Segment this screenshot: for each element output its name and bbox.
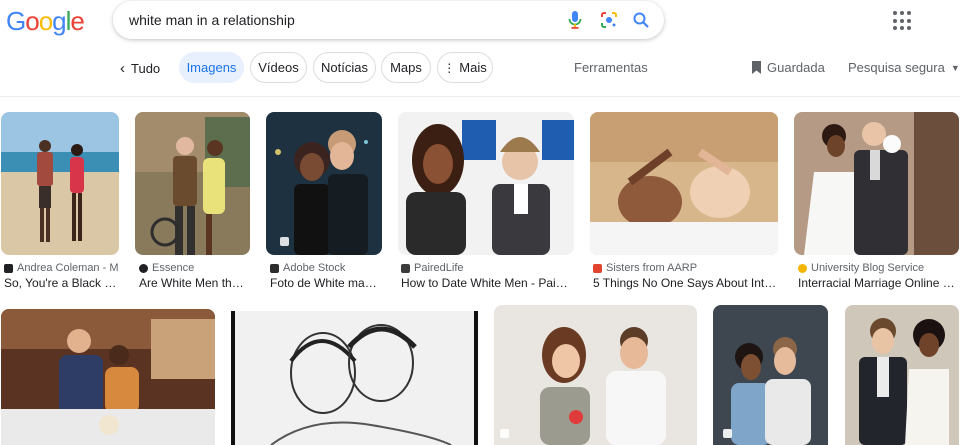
result-image-3[interactable]	[266, 112, 382, 255]
tab-videos-label: Vídeos	[258, 60, 299, 75]
header-divider	[0, 96, 960, 97]
search-input[interactable]	[129, 12, 549, 28]
saved-button[interactable]: Guardada	[751, 60, 825, 75]
source-label: Essence	[152, 262, 195, 274]
logo-letter-e: e	[70, 6, 85, 36]
source-3[interactable]: Adobe Stock	[270, 262, 382, 274]
search-icon[interactable]	[631, 10, 651, 30]
source-label: Andrea Coleman - M...	[17, 262, 119, 274]
more-vert-icon: ⋮	[443, 60, 456, 75]
back-to-all-link[interactable]: ‹ Tudo	[120, 58, 160, 78]
result-image-5[interactable]	[590, 112, 778, 255]
site-favicon-icon	[270, 263, 279, 273]
result-image-7[interactable]	[1, 309, 215, 445]
tab-images[interactable]: Imagens	[179, 52, 244, 83]
result-image-11[interactable]	[845, 305, 959, 445]
site-favicon-icon	[798, 263, 807, 273]
tab-images-label: Imagens	[186, 60, 237, 75]
source-label: Sisters from AARP	[606, 262, 698, 274]
google-lens-icon[interactable]	[599, 10, 619, 30]
result-image-8[interactable]	[231, 311, 478, 445]
tab-more[interactable]: ⋮ Mais	[437, 52, 493, 83]
result-title-2[interactable]: Are White Men the ...	[139, 276, 250, 290]
back-label: Tudo	[131, 60, 161, 76]
safe-search-dropdown[interactable]: Pesquisa segura ▼	[848, 60, 960, 75]
bookmark-icon	[752, 61, 761, 74]
site-favicon-icon	[593, 263, 602, 273]
apps-grid-icon[interactable]	[893, 11, 913, 31]
tab-maps[interactable]: Maps	[381, 52, 431, 83]
logo-letter-g2: g	[52, 6, 67, 36]
logo-letter-o1: o	[25, 6, 40, 36]
tab-videos[interactable]: Vídeos	[250, 52, 307, 83]
tab-news-label: Notícias	[321, 60, 368, 75]
result-image-2[interactable]	[135, 112, 250, 255]
saved-label: Guardada	[767, 60, 825, 75]
search-box[interactable]	[113, 1, 664, 39]
tools-button[interactable]: Ferramentas	[574, 60, 648, 75]
source-2[interactable]: Essence	[139, 262, 254, 274]
tab-more-label: Mais	[459, 60, 487, 75]
source-6[interactable]: University Blog Service	[798, 262, 958, 274]
result-image-9[interactable]	[494, 305, 697, 445]
result-image-4[interactable]	[398, 112, 574, 255]
caret-down-icon: ▼	[950, 62, 960, 73]
result-image-6[interactable]	[794, 112, 959, 255]
site-favicon-icon	[4, 263, 13, 273]
result-title-6[interactable]: Interracial Marriage Online Sy...	[798, 276, 958, 290]
tab-maps-label: Maps	[390, 60, 422, 75]
result-image-1[interactable]	[1, 112, 119, 255]
source-5[interactable]: Sisters from AARP	[593, 262, 778, 274]
logo-letter-g: G	[6, 6, 26, 36]
google-logo[interactable]: G o o g l e	[6, 6, 85, 36]
result-title-1[interactable]: So, You're a Black W...	[4, 276, 119, 290]
source-label: PairedLife	[414, 262, 464, 274]
result-image-10[interactable]	[713, 305, 828, 445]
source-4[interactable]: PairedLife	[401, 262, 574, 274]
safe-search-label: Pesquisa segura	[848, 60, 945, 75]
source-1[interactable]: Andrea Coleman - M...	[4, 262, 119, 274]
source-label: Adobe Stock	[283, 262, 346, 274]
site-favicon-icon	[139, 263, 148, 273]
logo-letter-o2: o	[38, 6, 54, 36]
chevron-left-icon: ‹	[120, 59, 125, 77]
result-title-4[interactable]: How to Date White Men - Paire...	[401, 276, 571, 290]
tab-news[interactable]: Notícias	[313, 52, 376, 83]
site-favicon-icon	[401, 263, 410, 273]
result-title-3[interactable]: Foto de White man ...	[270, 276, 380, 290]
microphone-icon[interactable]	[565, 10, 585, 30]
result-title-5[interactable]: 5 Things No One Says About Interr...	[593, 276, 778, 290]
source-label: University Blog Service	[811, 262, 925, 274]
